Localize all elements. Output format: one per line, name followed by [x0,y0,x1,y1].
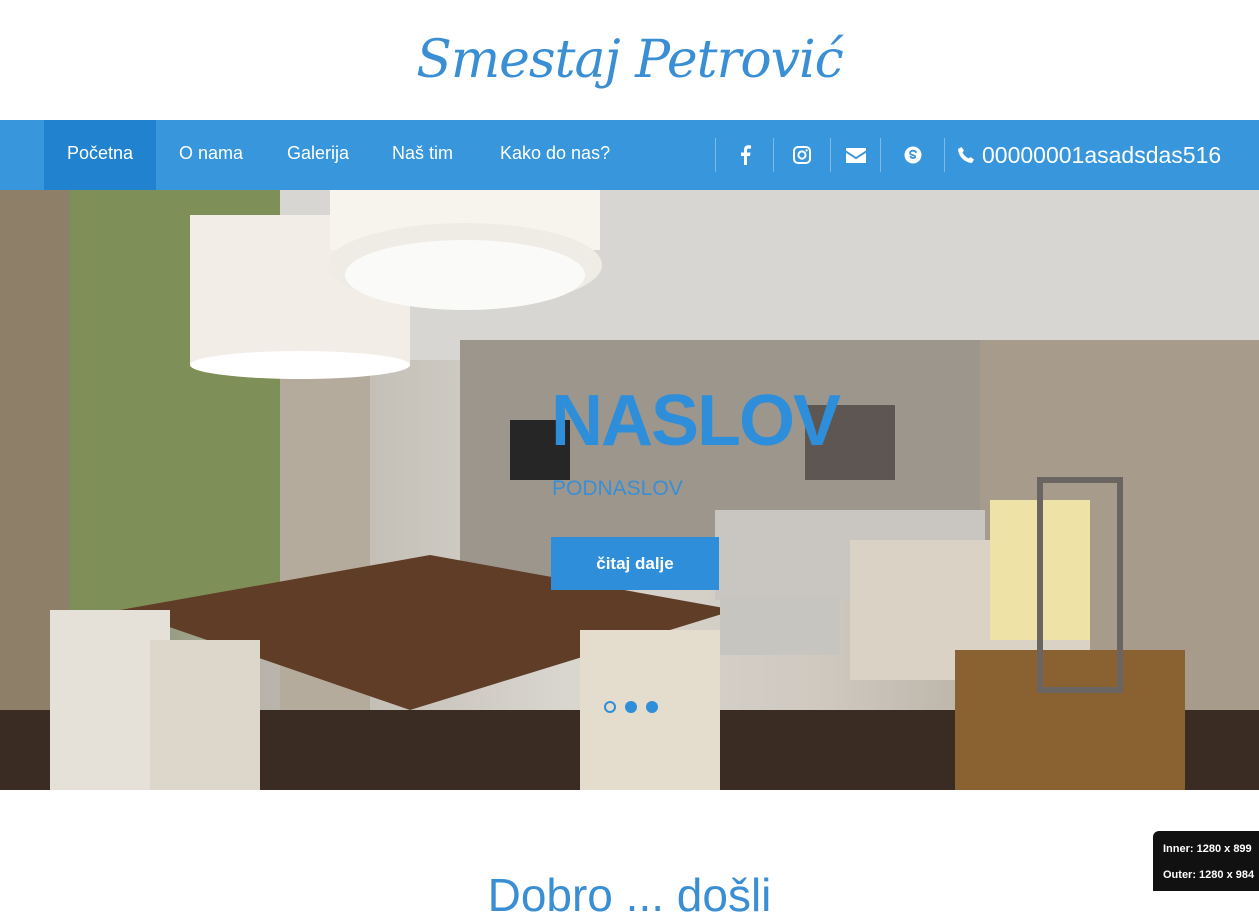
nav-item-galerija[interactable]: Galerija [287,120,349,190]
nav-item-pocetna[interactable]: Početna [44,120,156,190]
site-logo[interactable]: Smestaj Petrović [416,30,844,90]
envelope-icon[interactable] [831,120,880,190]
hero-subtitle: PODNASLOV [552,477,683,500]
hero-title: NASLOV [551,381,841,461]
nav-item-nas-tim[interactable]: Naš tim [392,120,453,190]
nav-item-o-nama[interactable]: O nama [179,120,243,190]
section-title: Dobro ... došli [487,869,772,921]
nav-divider [944,138,945,172]
read-more-button[interactable]: čitaj dalje [551,537,719,590]
outer-size-label: Outer: 1280 x 984 [1163,869,1255,881]
facebook-icon[interactable] [716,120,773,190]
instagram-icon[interactable] [774,120,830,190]
phone-contact[interactable]: 00000001asadsdas516 [958,120,1221,190]
slider-dot-2[interactable] [625,701,637,713]
inner-size-label: Inner: 1280 x 899 [1163,843,1252,855]
viewport-size-badge: Inner: 1280 x 899 Outer: 1280 x 984 [1153,831,1259,891]
slider-dots [604,701,658,713]
skype-icon[interactable] [881,120,944,190]
main-navbar: Početna O nama Galerija Naš tim Kako do … [0,120,1259,190]
site-header: Smestaj Petrović [0,0,1259,120]
hero-slider: NASLOV PODNASLOV čitaj dalje [0,190,1259,790]
phone-icon [958,147,974,163]
slider-dot-1[interactable] [604,701,616,713]
nav-item-kako-do-nas[interactable]: Kako do nas? [500,120,610,190]
phone-number: 00000001asadsdas516 [982,141,1222,168]
slider-dot-3[interactable] [646,701,658,713]
